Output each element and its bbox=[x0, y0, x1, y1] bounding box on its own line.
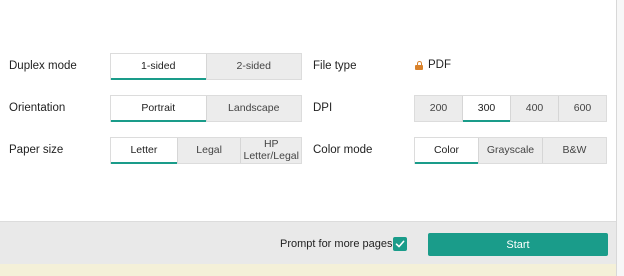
settings-panel: Duplex mode 1-sided 2-sided Orientation … bbox=[0, 0, 616, 222]
orientation-toggle: Portrait Landscape bbox=[110, 95, 302, 122]
dpi-option-300[interactable]: 300 bbox=[463, 96, 511, 122]
bottom-strip bbox=[0, 264, 616, 276]
file-type-label: File type bbox=[313, 60, 357, 72]
paper-size-label: Paper size bbox=[9, 144, 64, 156]
start-button[interactable]: Start bbox=[428, 233, 608, 256]
duplex-mode-label: Duplex mode bbox=[9, 60, 77, 72]
orientation-option-portrait[interactable]: Portrait bbox=[111, 96, 207, 122]
lock-icon bbox=[415, 60, 423, 70]
orientation-option-landscape[interactable]: Landscape bbox=[207, 96, 302, 121]
color-mode-option-color[interactable]: Color bbox=[415, 138, 479, 164]
paper-size-option-legal[interactable]: Legal bbox=[178, 138, 242, 163]
dpi-option-600[interactable]: 600 bbox=[559, 96, 606, 121]
file-type-value: PDF bbox=[415, 59, 451, 71]
duplex-option-1-sided[interactable]: 1-sided bbox=[111, 54, 207, 80]
dpi-toggle: 200 300 400 600 bbox=[414, 95, 607, 122]
dpi-option-400[interactable]: 400 bbox=[511, 96, 559, 121]
orientation-label: Orientation bbox=[9, 102, 66, 114]
dpi-option-200[interactable]: 200 bbox=[415, 96, 463, 121]
window-edge bbox=[616, 0, 624, 276]
color-mode-toggle: Color Grayscale B&W bbox=[414, 137, 607, 164]
color-mode-option-bw[interactable]: B&W bbox=[543, 138, 606, 163]
paper-size-option-letter[interactable]: Letter bbox=[111, 138, 178, 164]
checkmark-icon bbox=[395, 240, 405, 248]
file-type-text: PDF bbox=[428, 59, 451, 71]
paper-size-toggle: Letter Legal HP Letter/Legal bbox=[110, 137, 302, 164]
dpi-label: DPI bbox=[313, 102, 333, 114]
duplex-option-2-sided[interactable]: 2-sided bbox=[207, 54, 302, 79]
prompt-more-pages-label: Prompt for more pages bbox=[280, 238, 393, 250]
prompt-more-pages-checkbox[interactable] bbox=[393, 237, 407, 251]
paper-size-option-hp-letter-legal[interactable]: HP Letter/Legal bbox=[241, 138, 301, 163]
color-mode-label: Color mode bbox=[313, 144, 373, 156]
color-mode-option-grayscale[interactable]: Grayscale bbox=[479, 138, 543, 163]
duplex-mode-toggle: 1-sided 2-sided bbox=[110, 53, 302, 80]
